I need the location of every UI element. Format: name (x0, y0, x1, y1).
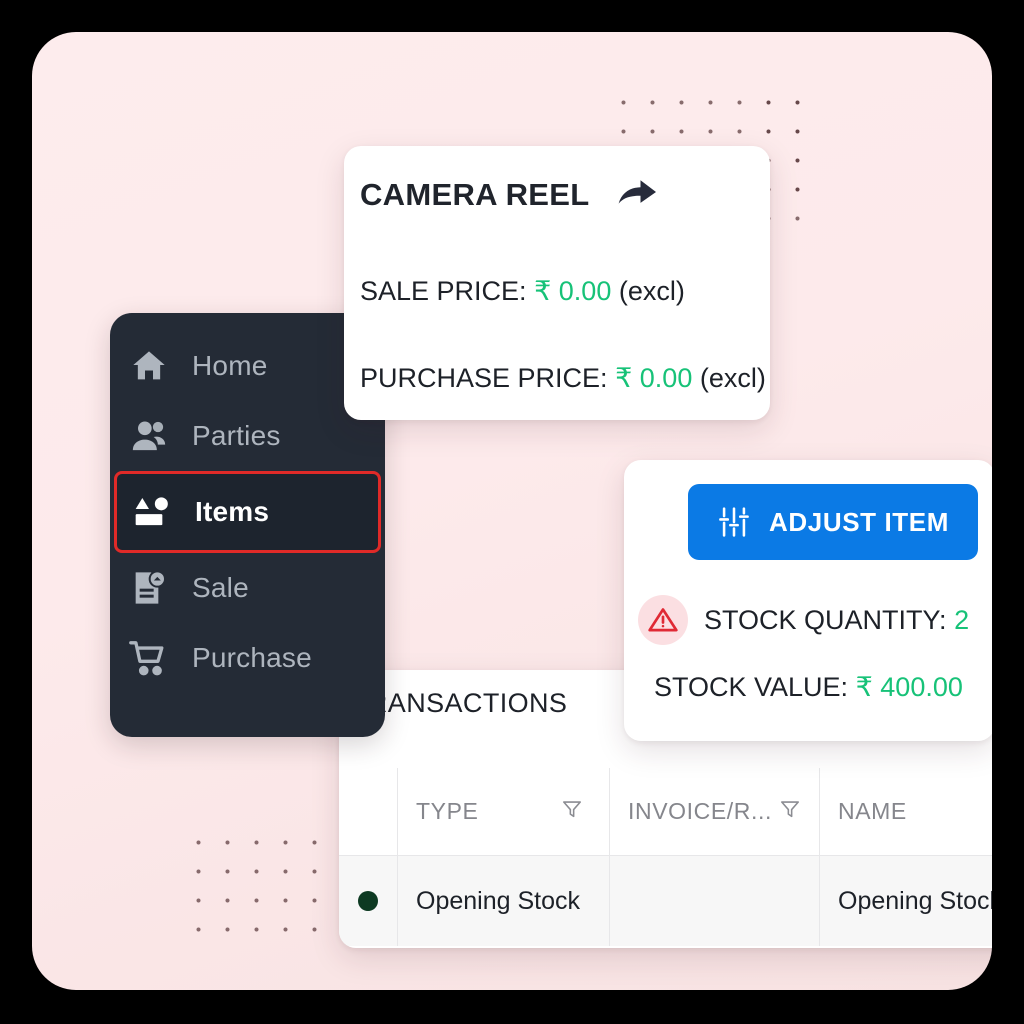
filter-icon[interactable] (561, 798, 583, 826)
stock-value-row: STOCK VALUE: ₹ 400.00 (654, 672, 963, 703)
app-panel: Home Parties Items Sale Purchase CAMERA … (32, 32, 992, 990)
stock-quantity-value: 2 (954, 604, 970, 635)
cart-icon (128, 637, 170, 679)
share-arrow-icon[interactable] (616, 176, 658, 214)
column-header-status (339, 768, 397, 855)
transactions-table: TYPE INVOICE/R... NAME Opening Stock Ope… (339, 768, 992, 946)
column-header-type[interactable]: TYPE (397, 768, 609, 855)
stock-value-label: STOCK VALUE: (654, 672, 849, 702)
column-header-name[interactable]: NAME (819, 768, 992, 855)
sidebar-item-items[interactable]: Items (114, 471, 381, 553)
purchase-price-row: PURCHASE PRICE: ₹ 0.00 (excl) (360, 363, 770, 394)
sidebar-item-label: Home (192, 350, 268, 381)
sidebar-item-label: Purchase (192, 642, 312, 673)
row-status-cell (339, 856, 397, 946)
column-header-invoice[interactable]: INVOICE/R... (609, 768, 819, 855)
sidebar-item-label: Parties (192, 420, 281, 451)
column-header-label: INVOICE/R... (628, 798, 772, 824)
items-icon (131, 491, 173, 533)
stock-value-currency: ₹ (855, 672, 873, 702)
adjust-item-button[interactable]: ADJUST ITEM (688, 484, 978, 560)
home-icon (128, 345, 170, 387)
status-dot-green-icon (358, 891, 378, 911)
sale-price-suffix: (excl) (618, 276, 685, 306)
column-header-label: NAME (838, 798, 907, 824)
stock-quantity-row: STOCK QUANTITY: 2 (638, 595, 969, 645)
table-header-row: TYPE INVOICE/R... NAME (339, 768, 992, 856)
sale-doc-icon (128, 567, 170, 609)
adjust-item-label: ADJUST ITEM (769, 506, 949, 537)
sale-price-value: 0.00 (558, 276, 612, 306)
sale-price-currency: ₹ (534, 276, 552, 306)
item-title-row: CAMERA REEL (360, 176, 770, 214)
sale-price-label: SALE PRICE: (360, 276, 527, 306)
column-header-label: TYPE (416, 798, 479, 824)
sidebar-item-sale[interactable]: Sale (110, 553, 385, 623)
screenshot-root: Home Parties Items Sale Purchase CAMERA … (0, 0, 1024, 1024)
purchase-price-value: 0.00 (639, 363, 693, 393)
warning-triangle-icon (638, 595, 688, 645)
sidebar-item-label: Sale (192, 572, 249, 603)
stock-summary-card: ADJUST ITEM STOCK QUANTITY: 2 STOCK VALU… (624, 460, 992, 741)
sidebar-item-purchase[interactable]: Purchase (110, 623, 385, 693)
purchase-price-suffix: (excl) (699, 363, 766, 393)
filter-icon[interactable] (779, 798, 801, 826)
sale-price-row: SALE PRICE: ₹ 0.00 (excl) (360, 276, 770, 307)
sidebar-item-label: Items (195, 496, 270, 527)
page-title: CAMERA REEL (360, 177, 590, 212)
row-type-cell: Opening Stock (397, 856, 609, 946)
sidebar-item-parties[interactable]: Parties (110, 401, 385, 471)
table-row[interactable]: Opening Stock Opening Stock (339, 856, 992, 946)
stock-value-amount: 400.00 (880, 672, 963, 702)
purchase-price-currency: ₹ (615, 363, 633, 393)
item-detail-card: CAMERA REEL SALE PRICE: ₹ 0.00 (excl) PU… (344, 146, 770, 420)
purchase-price-label: PURCHASE PRICE: (360, 363, 608, 393)
row-invoice-cell (609, 856, 819, 946)
people-icon (128, 415, 170, 457)
row-name-cell: Opening Stock (819, 856, 992, 946)
stock-quantity-label: STOCK QUANTITY: (704, 604, 947, 635)
sliders-icon (717, 505, 751, 539)
stock-quantity-text: STOCK QUANTITY: 2 (704, 605, 969, 636)
